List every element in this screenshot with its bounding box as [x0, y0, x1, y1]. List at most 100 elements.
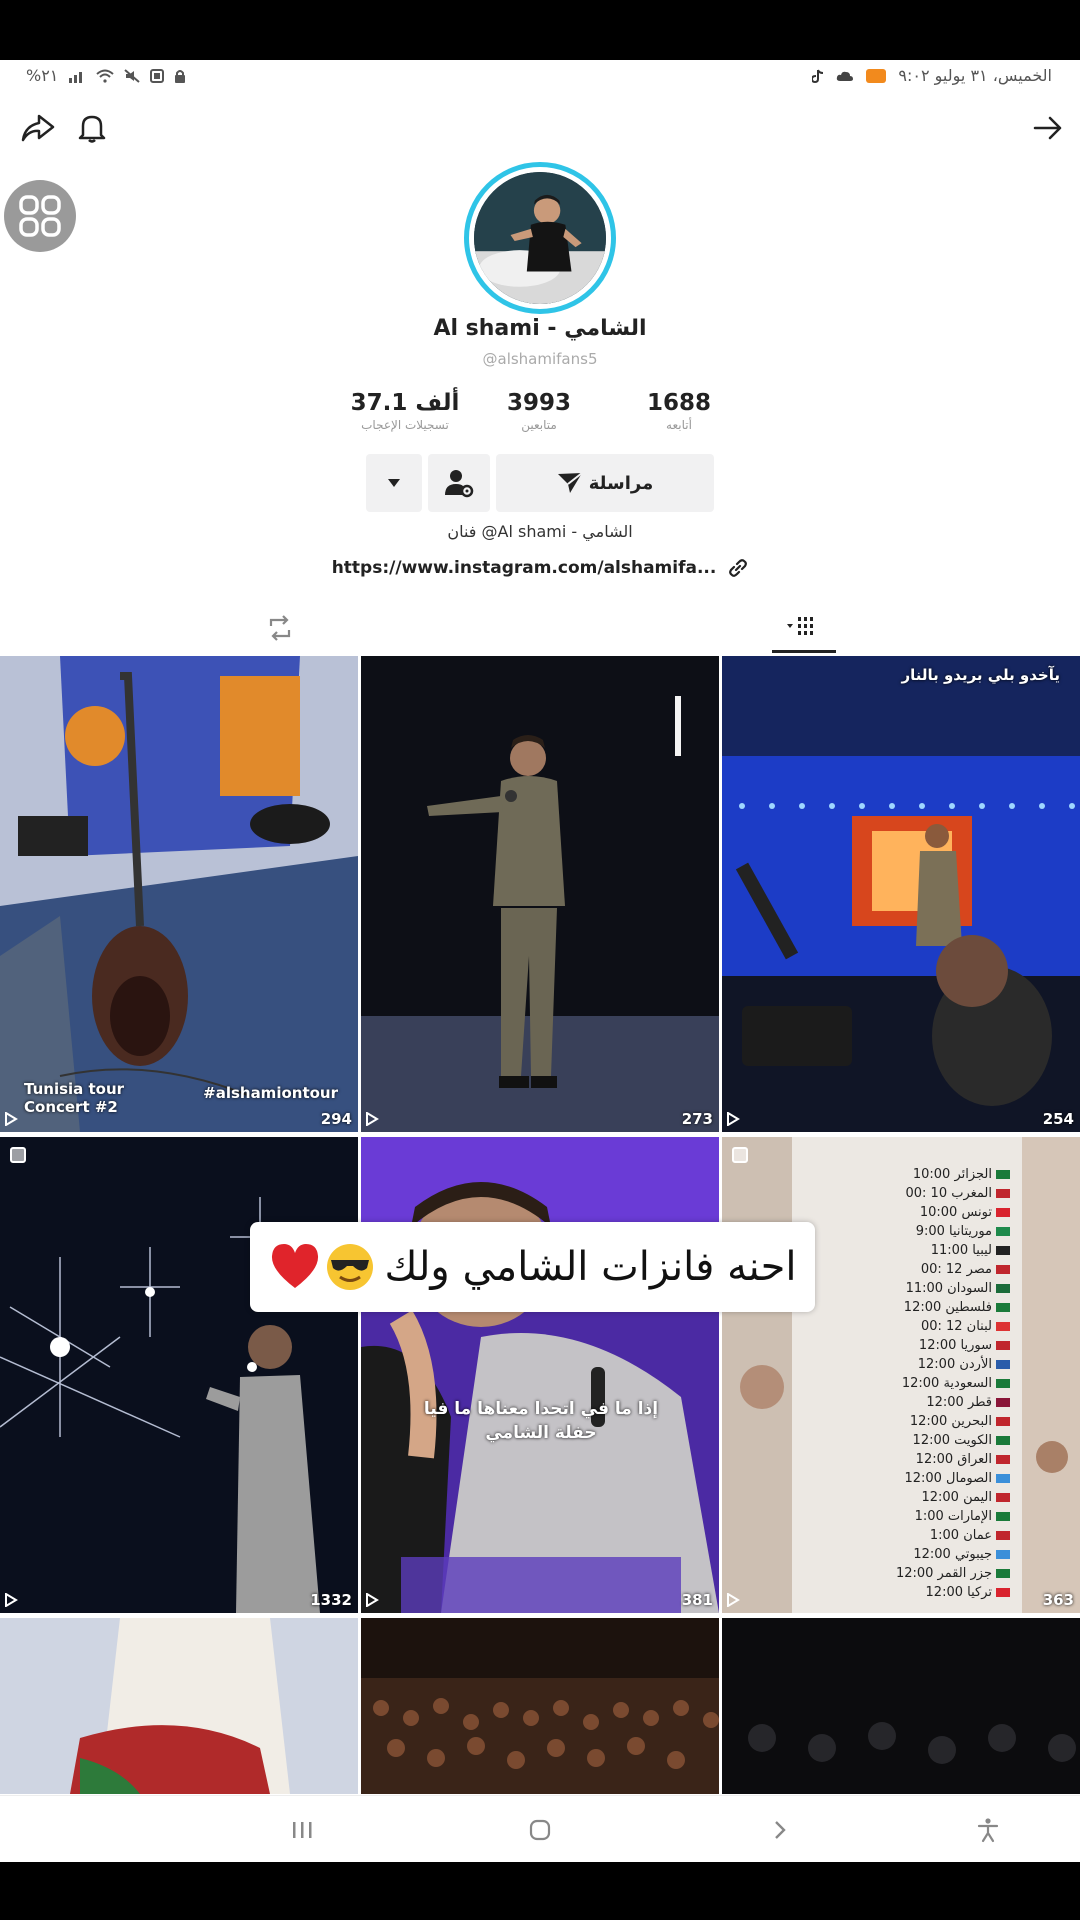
profile-link[interactable]: https://www.instagram.com/alshamifa...: [240, 558, 840, 578]
floating-apps-button[interactable]: [4, 180, 76, 252]
video-thumbnail-concert: [722, 656, 1080, 1132]
signal-icon: [69, 71, 83, 83]
profile-handle: @alshamifans5: [482, 350, 598, 368]
country-schedule-text: مصر 12 :00: [920, 1262, 992, 1277]
flag-icon: [996, 1246, 1010, 1255]
country-schedule-text: موريتانيا 9:00: [915, 1224, 992, 1239]
flag-icon: [996, 1512, 1010, 1521]
video-thumbnail-flag: [0, 1618, 358, 1794]
video-thumbnail-singer: [361, 656, 719, 1132]
tile-3-views: 254: [726, 1110, 1074, 1128]
chevron-right-icon: [775, 1821, 786, 1839]
bell-icon[interactable]: [72, 108, 112, 148]
recents-icon: [293, 1822, 312, 1838]
sunglasses-emoji-icon: [326, 1244, 373, 1290]
accessibility-button[interactable]: [966, 1812, 1010, 1848]
tab-reposts[interactable]: [250, 608, 310, 648]
country-schedule-row: المغرب 10 :00: [905, 1186, 1010, 1201]
back-button[interactable]: [758, 1812, 802, 1848]
stat-followers[interactable]: 3993 متابعين: [474, 390, 604, 432]
app-screen: %٢١ الخميس، ٣١ يوليو ٩:٠٢ Al shami - الش…: [0, 60, 1080, 1862]
flag-icon: [996, 1208, 1010, 1217]
country-schedule-text: سوريا 12:00: [918, 1338, 992, 1353]
cloud-icon: [837, 71, 854, 81]
video-tile-7[interactable]: [0, 1618, 358, 1794]
flag-icon: [996, 1455, 1010, 1464]
country-schedule-row: اليمن 12:00: [921, 1490, 1010, 1505]
country-schedule-text: فلسطين 12:00: [903, 1300, 992, 1315]
video-tile-5[interactable]: إذا ما في اتحدا معناها ما فيا حفلة الشام…: [361, 1137, 719, 1613]
country-schedule-row: البحرين 12:00: [910, 1414, 1010, 1429]
tile-1-views: 294: [4, 1110, 352, 1128]
flag-icon: [996, 1493, 1010, 1502]
country-schedule-row: الأردن 12:00: [918, 1357, 1010, 1372]
profile-name: Al shami - الشامي: [433, 316, 647, 341]
stat-following-label: أتابعه: [666, 418, 692, 432]
stat-followers-label: متابعين: [521, 418, 557, 432]
home-icon: [529, 1819, 551, 1841]
country-schedule-row: عمان 1:00: [930, 1528, 1010, 1543]
play-icon: [366, 1593, 379, 1607]
flag-icon: [996, 1227, 1010, 1236]
tile-5-caption: إذا ما في اتحدا معناها ما فيا حفلة الشام…: [423, 1399, 659, 1443]
stat-following[interactable]: 1688 أتابعه: [614, 390, 744, 432]
bottom-black-band: [0, 1862, 1080, 1920]
flag-icon: [996, 1170, 1010, 1179]
country-schedule-text: السعودية 12:00: [901, 1376, 992, 1391]
mute-icon: [124, 68, 141, 83]
stat-likes-label: تسجيلات الإعجاب: [361, 418, 449, 432]
flag-icon: [996, 1569, 1010, 1578]
overlay-caption-text: احنه فانزات الشامي ولك: [384, 1244, 797, 1290]
add-friend-button[interactable]: [428, 454, 490, 512]
video-tile-2[interactable]: 273: [361, 656, 719, 1132]
profile-link-text: https://www.instagram.com/alshamifa...: [331, 558, 717, 578]
country-schedule-row: فلسطين 12:00: [904, 1300, 1010, 1315]
share-icon[interactable]: [18, 108, 58, 148]
country-schedule-text: العراق 12:00: [915, 1452, 992, 1467]
video-tile-1[interactable]: Tunisia tour Concert #2 #alshamiontour 2…: [0, 656, 358, 1132]
stat-followers-value: 3993: [506, 390, 571, 416]
video-tile-6[interactable]: الجزائر 10:00 المغرب 10 :00 تونس 10:00 موري…: [722, 1137, 1080, 1613]
country-schedule-row: الإمارات 1:00: [915, 1509, 1010, 1524]
video-thumbnail-guitar: [0, 656, 358, 1132]
back-arrow-icon[interactable]: [1028, 108, 1068, 148]
play-icon: [5, 1593, 18, 1607]
tile-6-views: 363: [726, 1591, 1074, 1609]
country-schedule-text: الأردن 12:00: [917, 1357, 992, 1372]
video-tile-4[interactable]: 1332: [0, 1137, 358, 1613]
tile-2-view-count: 273: [681, 1110, 713, 1128]
person-settings-icon: [445, 470, 474, 498]
flag-icon: [996, 1360, 1010, 1369]
profile-avatar[interactable]: [464, 162, 616, 314]
video-thumbnail-sparkles: [0, 1137, 358, 1613]
system-navigation-bar: [0, 1795, 1080, 1862]
stat-following-value: 1688: [646, 390, 711, 416]
country-schedule-text: قطر 12:00: [926, 1395, 992, 1410]
recent-apps-button[interactable]: [280, 1812, 324, 1848]
overlay-emojis: [269, 1242, 375, 1292]
country-schedule-text: الجزائر 10:00: [912, 1167, 992, 1182]
flag-icon: [996, 1284, 1010, 1293]
more-dropdown-button[interactable]: [366, 454, 422, 512]
flag-icon: [996, 1436, 1010, 1445]
flag-icon: [996, 1322, 1010, 1331]
avatar-image: [474, 172, 606, 304]
status-right: الخميس، ٣١ يوليو ٩:٠٢: [812, 66, 1052, 85]
tile-6-view-count: 363: [1042, 1591, 1074, 1609]
tile-5-view-count: 381: [681, 1591, 713, 1609]
stat-likes: 37.1 ألف تسجيلات الإعجاب: [340, 390, 470, 432]
country-schedule-text: جزر القمر 12:00: [895, 1566, 992, 1581]
video-tile-8[interactable]: [361, 1618, 719, 1794]
tab-videos[interactable]: [774, 608, 834, 648]
heart-emoji-icon: [271, 1244, 318, 1288]
country-schedule-row: ليبيا 11:00: [931, 1243, 1010, 1258]
message-button[interactable]: مراسلة: [496, 454, 714, 512]
home-button[interactable]: [518, 1812, 562, 1848]
country-schedule-text: لبنان 12 :00: [920, 1319, 992, 1334]
country-schedule-row: الصومال 12:00: [904, 1471, 1010, 1486]
video-tile-3[interactable]: يآخدو بلي بريدو بالنار 254: [722, 656, 1080, 1132]
country-schedule-text: المغرب 10 :00: [905, 1186, 992, 1201]
country-schedule-text: جيبوتي 12:00: [913, 1547, 992, 1562]
country-schedule-row: العراق 12:00: [916, 1452, 1010, 1467]
video-tile-9[interactable]: [722, 1618, 1080, 1794]
